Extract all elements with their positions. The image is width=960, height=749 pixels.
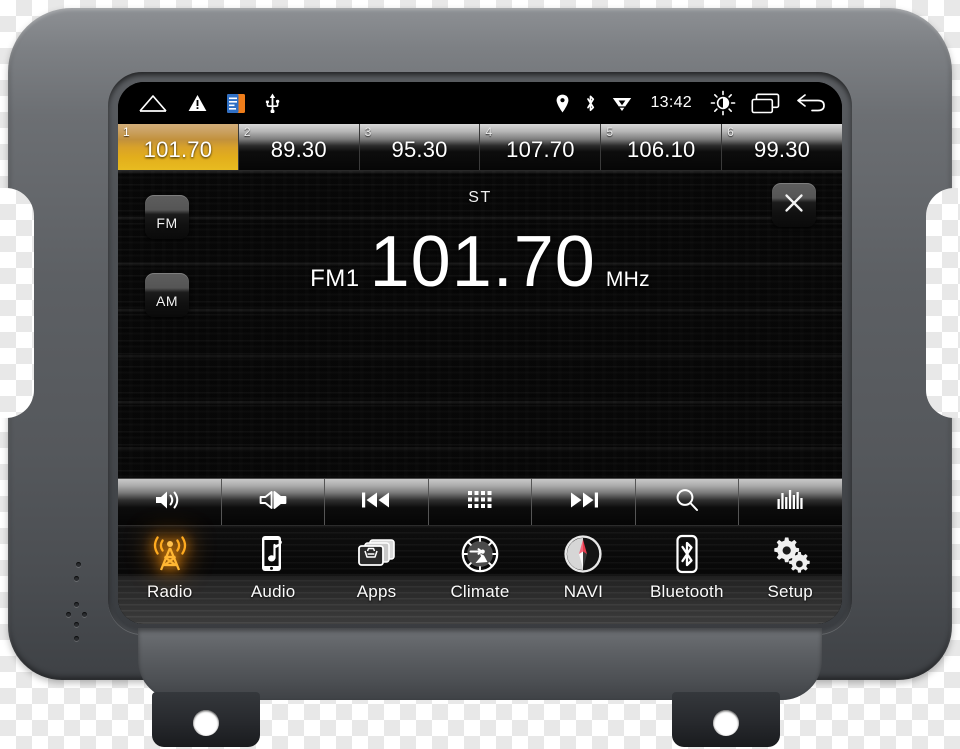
screen-ui: 13:42 1 101.70 2 89.30 3 95.30 4 107.70 … — [118, 82, 842, 624]
nav-item-bluetooth[interactable]: Bluetooth — [635, 526, 738, 624]
sd-card-icon — [227, 93, 245, 113]
nav-label-bluetooth: Bluetooth — [650, 582, 724, 601]
control-bar — [118, 478, 842, 526]
bluetooth-icon — [673, 532, 701, 576]
bezel-left-notch — [0, 188, 34, 418]
app-cards-icon — [354, 532, 400, 576]
station-list-button[interactable] — [429, 479, 533, 525]
touchscreen: 13:42 1 101.70 2 89.30 3 95.30 4 107.70 … — [118, 82, 842, 624]
nav-item-apps[interactable]: Apps — [325, 526, 428, 624]
preset-button-3[interactable]: 3 95.30 — [359, 124, 481, 170]
balance-button[interactable] — [222, 479, 326, 525]
brightness-icon[interactable] — [710, 90, 736, 116]
preset-button-5[interactable]: 5 106.10 — [601, 124, 723, 170]
nav-item-climate[interactable]: Climate — [428, 526, 531, 624]
preset-row: 1 101.70 2 89.30 3 95.30 4 107.70 5 106.… — [118, 124, 842, 171]
next-icon — [568, 489, 600, 516]
next-button[interactable] — [532, 479, 636, 525]
nav-label-apps: Apps — [356, 582, 397, 601]
preset-number: 3 — [364, 125, 372, 139]
frequency-readout: FM1 101.70 MHz — [118, 226, 842, 298]
preset-frequency: 106.10 — [626, 137, 696, 162]
preset-button-6[interactable]: 6 99.30 — [722, 124, 842, 170]
nav-label-radio: Radio — [147, 582, 193, 601]
home-icon[interactable] — [138, 93, 168, 113]
search-button[interactable] — [636, 479, 740, 525]
status-bar: 13:42 — [118, 82, 842, 124]
preset-button-2[interactable]: 2 89.30 — [238, 124, 360, 170]
nav-label-audio: Audio — [250, 582, 296, 601]
volume-icon — [154, 488, 184, 517]
mounting-tab-left — [152, 692, 260, 747]
status-clock: 13:42 — [650, 94, 692, 111]
search-icon — [674, 487, 700, 518]
tuner-display: FM AM ST FM1 101.70 MHz — [118, 171, 842, 478]
nav-item-audio[interactable]: Audio — [221, 526, 324, 624]
nav-label-climate: Climate — [450, 582, 510, 601]
current-band-label: FM1 — [310, 265, 360, 292]
phone-music-icon — [256, 532, 290, 576]
nav-item-setup[interactable]: Setup — [739, 526, 842, 624]
preset-number: 6 — [727, 125, 734, 139]
bluetooth-icon — [584, 94, 597, 113]
balance-icon — [258, 488, 288, 517]
preset-frequency: 95.30 — [391, 137, 448, 162]
location-pin-icon — [556, 94, 569, 113]
wifi-icon — [612, 95, 632, 112]
nav-label-navi: NAVI — [563, 582, 603, 601]
warning-triangle-icon — [188, 94, 207, 112]
stereo-indicator: ST — [468, 189, 492, 206]
current-frequency: 101.70 — [369, 222, 596, 302]
car-head-unit: 13:42 1 101.70 2 89.30 3 95.30 4 107.70 … — [0, 0, 960, 749]
equalizer-button[interactable] — [739, 479, 842, 525]
bottom-nav: Radio Audio Apps Climate NAVI Bluetooth … — [118, 526, 842, 624]
climate-dial-icon — [460, 532, 500, 576]
mounting-tab-right — [672, 692, 780, 747]
radio-tower-icon — [149, 532, 191, 576]
recent-apps-icon[interactable] — [751, 92, 781, 114]
volume-button[interactable] — [118, 479, 222, 525]
nav-item-radio[interactable]: Radio — [118, 526, 221, 624]
nav-label-setup: Setup — [767, 582, 813, 601]
preset-number: 5 — [606, 125, 613, 139]
bezel-right-notch — [926, 188, 960, 418]
equalizer-icon — [776, 489, 806, 516]
nav-item-navi[interactable]: NAVI — [532, 526, 635, 624]
preset-number: 4 — [485, 125, 493, 139]
bezel-bottom-lip — [138, 628, 822, 700]
grid-icon — [467, 489, 494, 515]
usb-icon — [265, 93, 280, 113]
preset-button-4[interactable]: 4 107.70 — [480, 124, 602, 170]
previous-button[interactable] — [325, 479, 429, 525]
preset-frequency: 101.70 — [143, 137, 213, 162]
preset-frequency: 107.70 — [506, 137, 575, 162]
preset-button-1[interactable]: 1 101.70 — [118, 124, 239, 170]
preset-number: 2 — [243, 125, 251, 139]
previous-icon — [360, 489, 392, 516]
preset-frequency: 99.30 — [754, 137, 811, 162]
compass-icon — [563, 532, 603, 576]
gears-icon — [768, 532, 812, 576]
frequency-unit: MHz — [605, 268, 650, 291]
preset-number: 1 — [123, 125, 130, 139]
back-icon[interactable] — [796, 93, 826, 114]
preset-frequency: 89.30 — [270, 137, 327, 162]
